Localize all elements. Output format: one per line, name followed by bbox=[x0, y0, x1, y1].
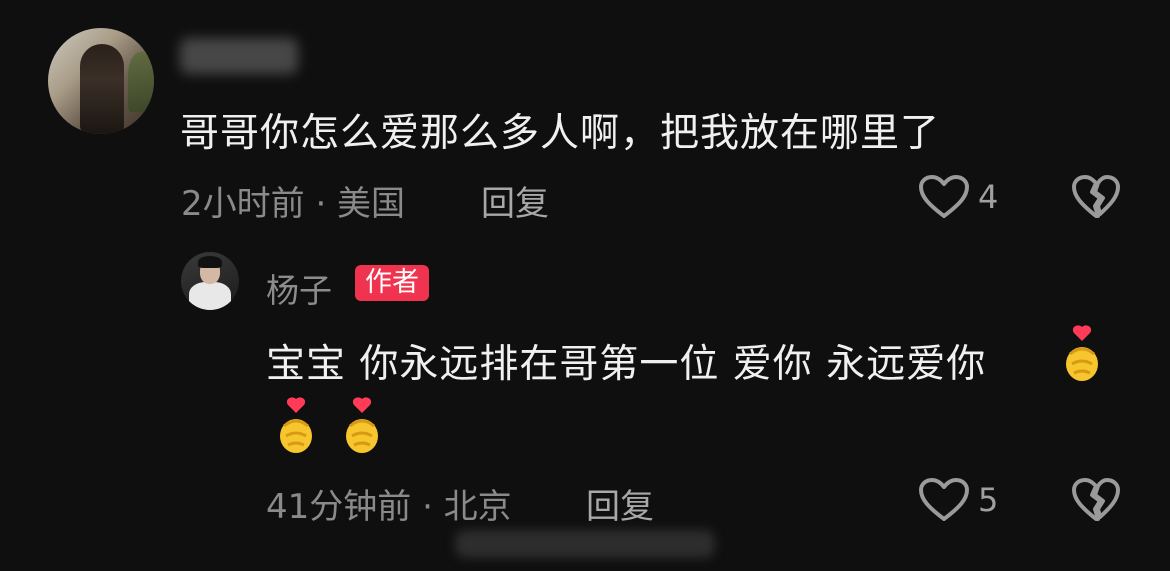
comment-meta: 2小时前 · 美国 bbox=[181, 184, 406, 224]
reply-meta: 41分钟前 · 北京 bbox=[266, 487, 512, 527]
broken-heart-icon[interactable] bbox=[1071, 174, 1121, 220]
comment-reply-button[interactable]: 回复 bbox=[481, 176, 549, 225]
commenter-avatar[interactable] bbox=[48, 28, 154, 134]
reply-text: 宝宝 你永远排在哥第一位 爱你 永远爱你 bbox=[266, 342, 987, 387]
finger-heart-emoji bbox=[280, 397, 312, 453]
watermark-blurred bbox=[455, 530, 715, 558]
heart-icon[interactable] bbox=[918, 477, 970, 523]
commenter-username-blurred[interactable] bbox=[180, 38, 298, 74]
reply-like-count: 5 bbox=[978, 481, 999, 519]
comment-text: 哥哥你怎么爱那么多人啊，把我放在哪里了 bbox=[180, 111, 941, 156]
comment-like-count: 4 bbox=[978, 178, 999, 216]
heart-icon[interactable] bbox=[918, 174, 970, 220]
finger-heart-emoji bbox=[346, 397, 378, 453]
avatar-figure bbox=[80, 44, 124, 134]
broken-heart-icon[interactable] bbox=[1071, 477, 1121, 523]
avatar-plant bbox=[128, 52, 154, 112]
reply-reply-button[interactable]: 回复 bbox=[586, 479, 654, 528]
finger-heart-emoji bbox=[1066, 325, 1098, 381]
avatar-hair bbox=[198, 256, 222, 268]
avatar-body bbox=[189, 282, 231, 310]
author-badge: 作者 bbox=[355, 265, 429, 301]
author-name[interactable]: 杨子 bbox=[266, 264, 332, 312]
author-avatar[interactable] bbox=[181, 252, 239, 310]
